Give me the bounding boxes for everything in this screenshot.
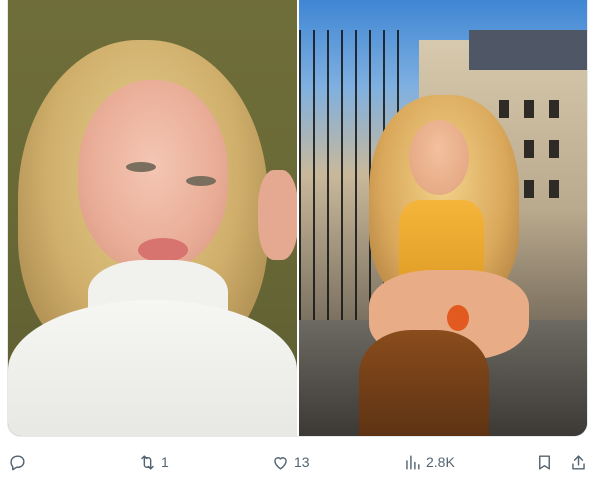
right-eye — [186, 176, 216, 186]
reply-icon — [10, 454, 25, 470]
heart-icon — [274, 456, 287, 470]
views-button[interactable]: 2.8K — [403, 446, 455, 478]
retweet-icon — [141, 454, 154, 470]
bookmark-button[interactable] — [535, 446, 554, 478]
white-sweater — [8, 300, 297, 436]
balcony-photo[interactable] — [299, 0, 587, 436]
face — [409, 120, 469, 195]
retweet-count: 1 — [161, 454, 169, 470]
share-icon — [572, 454, 585, 470]
window — [499, 100, 509, 118]
window — [524, 100, 534, 118]
window — [549, 140, 559, 158]
retweet-button[interactable]: 1 — [138, 446, 169, 478]
like-count: 13 — [294, 454, 310, 470]
tweet-action-bar: 1 13 2.8K — [0, 446, 613, 478]
lips — [138, 238, 188, 262]
window — [524, 140, 534, 158]
window — [524, 180, 534, 198]
brown-skirt — [359, 330, 489, 436]
reply-button[interactable] — [8, 446, 31, 478]
roof — [469, 30, 587, 70]
share-button[interactable] — [569, 446, 588, 478]
tweet-media-grid — [7, 0, 588, 437]
bookmark-icon — [539, 454, 550, 470]
views-icon — [406, 454, 420, 470]
window — [549, 180, 559, 198]
scrunchie — [447, 305, 469, 331]
window — [549, 100, 559, 118]
selfie-photo[interactable] — [8, 0, 297, 436]
hand — [258, 170, 297, 260]
like-button[interactable]: 13 — [271, 446, 310, 478]
views-count: 2.8K — [426, 454, 455, 470]
left-eye — [126, 162, 156, 172]
